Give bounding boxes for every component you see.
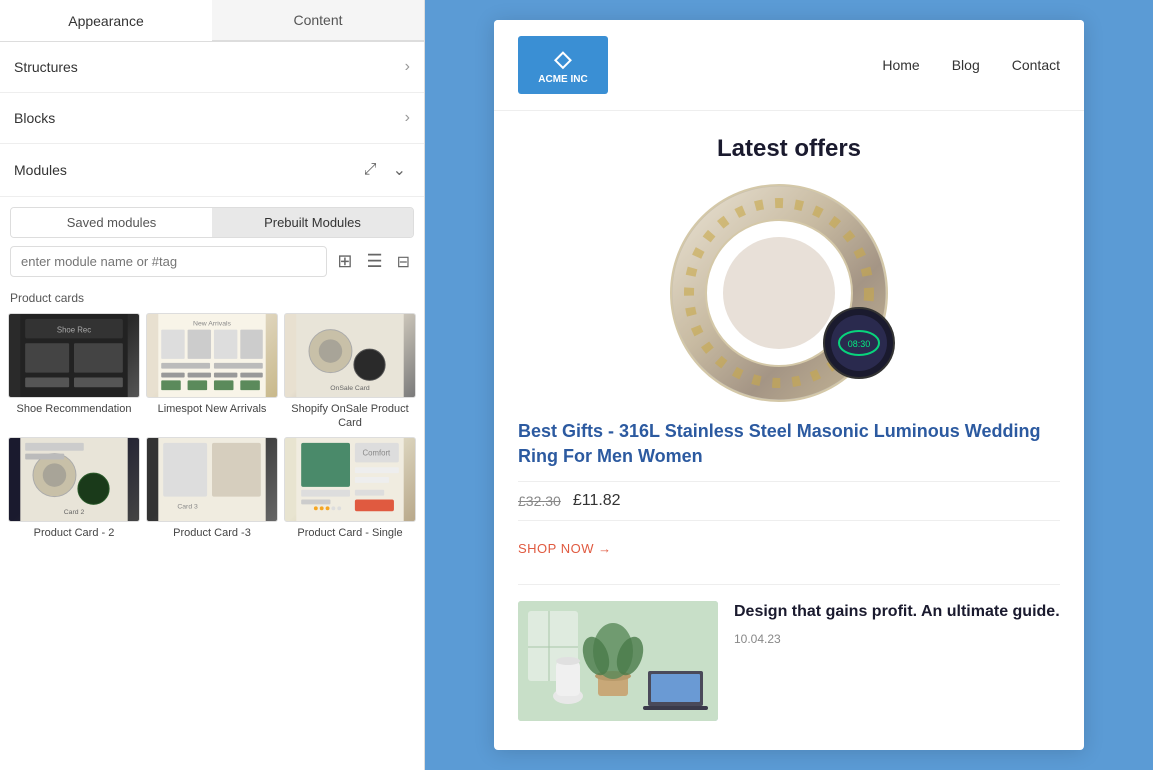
preview-logo: ◇ ACME INC <box>518 36 608 94</box>
svg-text:New Arrivals: New Arrivals <box>193 321 232 328</box>
modules-actions: ⤢ ⌄ <box>360 158 410 182</box>
tab-prebuilt-modules[interactable]: Prebuilt Modules <box>212 208 413 237</box>
product-image: 08:30 <box>518 183 1060 403</box>
nav-link-home[interactable]: Home <box>882 57 919 73</box>
product-cards-label: Product cards <box>0 285 424 309</box>
nav-item-structures[interactable]: Structures › <box>0 42 424 93</box>
blog-image <box>518 601 718 721</box>
blog-date: 10.04.23 <box>734 632 1060 646</box>
expand-icon[interactable]: ⤢ <box>360 159 381 181</box>
card-thumb-limespot: New Arrivals <box>146 313 278 398</box>
search-input[interactable] <box>10 246 327 277</box>
chevron-right-icon: › <box>405 58 410 76</box>
shop-now-button[interactable]: SHOP NOW → <box>518 533 1060 564</box>
logo-icon: ◇ <box>538 46 587 72</box>
list-item[interactable]: Card 2 Product Card - 2 <box>8 437 140 540</box>
card-label: Product Card -3 <box>173 526 251 540</box>
list-item[interactable]: Card 3 Product Card -3 <box>146 437 278 540</box>
card-thumb-single: Comfort <box>284 437 416 522</box>
svg-text:Card 3: Card 3 <box>177 503 198 510</box>
card-thumb-card3: Card 3 <box>146 437 278 522</box>
nav-item-structures-label: Structures <box>14 59 78 75</box>
nav-item-blocks[interactable]: Blocks › <box>0 93 424 144</box>
price-sale: £11.82 <box>573 492 621 510</box>
logo-text: ACME INC <box>538 74 587 85</box>
chevron-right-icon: › <box>405 109 410 127</box>
product-image-svg: 08:30 <box>649 183 929 403</box>
cards-scroll-area[interactable]: Shoe Rec Shoe Recommendation New Arrival… <box>0 309 424 770</box>
list-item[interactable]: OnSale Card Shopify OnSale Product Card <box>284 313 416 431</box>
list-item[interactable]: Shoe Rec Shoe Recommendation <box>8 313 140 431</box>
card-label: Product Card - 2 <box>34 526 115 540</box>
preview-frame: ◇ ACME INC Home Blog Contact Latest offe… <box>494 20 1084 750</box>
card-label: Shoe Recommendation <box>17 402 132 416</box>
preview-nav-links: Home Blog Contact <box>882 57 1060 73</box>
tab-appearance[interactable]: Appearance <box>0 0 212 41</box>
left-panel: Appearance Content Structures › Blocks ›… <box>0 0 425 770</box>
svg-text:Card 2: Card 2 <box>64 509 85 516</box>
card-label: Limespot New Arrivals <box>158 402 267 416</box>
module-tabs: Saved modules Prebuilt Modules <box>10 207 414 238</box>
card-label: Product Card - Single <box>297 526 402 540</box>
list-item[interactable]: Comfort Product Card - Single <box>284 437 416 540</box>
product-title: Best Gifts - 316L Stainless Steel Masoni… <box>518 419 1060 469</box>
card-thumb-shopify: OnSale Card <box>284 313 416 398</box>
filter-icon[interactable]: ⊟ <box>393 248 414 276</box>
price-original: £32.30 <box>518 493 561 509</box>
card-thumb-shoe: Shoe Rec <box>8 313 140 398</box>
product-card: 08:30 Best Gifts - 316L Stainless Steel … <box>518 183 1060 564</box>
blog-content: Design that gains profit. An ultimate gu… <box>734 601 1060 645</box>
section-title: Latest offers <box>518 135 1060 163</box>
blog-section: Design that gains profit. An ultimate gu… <box>518 584 1060 721</box>
blog-row: Design that gains profit. An ultimate gu… <box>518 601 1060 721</box>
right-panel: ◇ ACME INC Home Blog Contact Latest offe… <box>425 0 1153 770</box>
chevron-down-icon[interactable]: ⌄ <box>389 158 410 182</box>
svg-text:OnSale Card: OnSale Card <box>330 385 370 392</box>
card-thumb-card2: Card 2 <box>8 437 140 522</box>
preview-nav: ◇ ACME INC Home Blog Contact <box>494 20 1084 111</box>
grid-view-icon[interactable]: ⊞ <box>333 247 356 276</box>
cards-grid: Shoe Rec Shoe Recommendation New Arrival… <box>6 309 418 544</box>
blog-title: Design that gains profit. An ultimate gu… <box>734 601 1060 623</box>
nav-link-contact[interactable]: Contact <box>1012 57 1060 73</box>
modules-title: Modules <box>14 162 67 178</box>
search-bar: ⊞ ☰ ⊟ <box>10 246 414 277</box>
list-item[interactable]: New Arrivals <box>146 313 278 431</box>
modules-header: Modules ⤢ ⌄ <box>0 144 424 197</box>
card-label: Shopify OnSale Product Card <box>284 402 416 431</box>
nav-link-blog[interactable]: Blog <box>952 57 980 73</box>
tab-content[interactable]: Content <box>212 0 424 41</box>
nav-item-blocks-label: Blocks <box>14 110 55 126</box>
svg-text:Comfort: Comfort <box>362 448 391 457</box>
preview-main: Latest offers <box>494 111 1084 745</box>
list-view-icon[interactable]: ☰ <box>362 247 386 276</box>
tab-bar: Appearance Content <box>0 0 424 42</box>
price-row: £32.30 £11.82 <box>518 481 1060 521</box>
tab-saved-modules[interactable]: Saved modules <box>11 208 212 237</box>
svg-text:Shoe Rec: Shoe Rec <box>57 326 91 335</box>
svg-text:08:30: 08:30 <box>848 339 871 349</box>
